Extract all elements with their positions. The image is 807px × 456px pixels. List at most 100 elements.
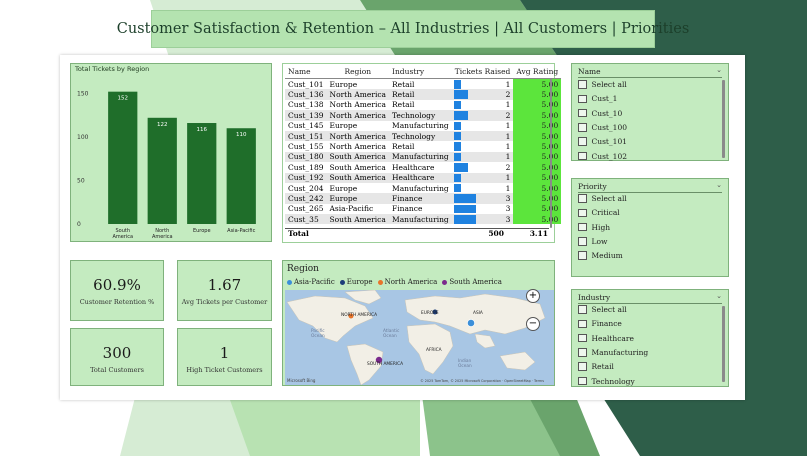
table-row[interactable]: Cust_189 South America Healthcare 25.00 bbox=[285, 162, 562, 173]
slicer-option[interactable]: Critical bbox=[578, 208, 620, 217]
table-row[interactable]: Cust_242 Europe Finance 35.00 bbox=[285, 193, 562, 204]
table-row[interactable]: Cust_35 South America Manufacturing 35.00 bbox=[285, 214, 562, 225]
col-header-rating[interactable]: Avg Rating bbox=[513, 65, 561, 79]
checkbox[interactable] bbox=[578, 376, 587, 386]
cell-industry: Technology bbox=[392, 131, 436, 141]
chevron-down-icon[interactable]: ⌄ bbox=[716, 181, 722, 189]
cell-industry: Manufacturing bbox=[392, 152, 449, 162]
chevron-down-icon[interactable]: ⌄ bbox=[716, 66, 722, 74]
slicer-option[interactable]: Cust_10 bbox=[578, 109, 622, 118]
bar[interactable] bbox=[226, 128, 256, 224]
bar[interactable] bbox=[187, 123, 217, 224]
col-header-industry[interactable]: Industry bbox=[389, 65, 452, 79]
slicer-scrollbar[interactable] bbox=[722, 80, 725, 158]
checkbox[interactable] bbox=[578, 222, 587, 232]
zoom-in-button[interactable]: + bbox=[526, 289, 540, 303]
kpi-label: Total Customers bbox=[90, 366, 144, 374]
checkbox[interactable] bbox=[578, 305, 587, 314]
cell-tickets: 2 bbox=[452, 162, 514, 172]
slicer-option[interactable]: Retail bbox=[578, 362, 614, 371]
col-header-name[interactable]: Name bbox=[285, 65, 327, 79]
slicer-option[interactable]: Low bbox=[578, 237, 607, 246]
customer-table[interactable]: Name Region Industry Tickets Raised Avg … bbox=[282, 63, 562, 243]
checkbox[interactable] bbox=[578, 194, 587, 203]
table-scrollbar[interactable] bbox=[550, 78, 552, 228]
slicer-scrollbar[interactable] bbox=[722, 306, 725, 382]
slicer-name[interactable]: Name ⌄ Select all Cust_1 Cust_10 Cust_100 Cu… bbox=[571, 63, 729, 161]
col-header-region[interactable]: Region bbox=[327, 65, 390, 79]
dashboard-title: Customer Satisfaction & Retention – All … bbox=[117, 10, 689, 48]
bar[interactable] bbox=[147, 117, 177, 224]
table-row[interactable]: Cust_145 Europe Manufacturing 15.00 bbox=[285, 120, 562, 131]
slicer-option[interactable]: Cust_1 bbox=[578, 94, 617, 103]
slicer-industry[interactable]: Industry ⌄ Select all Finance Healthcare Ma… bbox=[571, 289, 729, 387]
tickets-databar bbox=[453, 142, 462, 151]
table-row[interactable]: Cust_138 North America Retail 15.00 bbox=[285, 99, 562, 111]
checkbox[interactable] bbox=[578, 237, 587, 246]
checkbox[interactable] bbox=[578, 348, 587, 357]
table-row[interactable]: Cust_136 North America Retail 25.00 bbox=[285, 89, 562, 100]
cell-rating: 5.00 bbox=[513, 141, 562, 152]
legend-dot-icon bbox=[442, 279, 448, 285]
bar[interactable] bbox=[108, 91, 138, 224]
zoom-out-button[interactable]: − bbox=[526, 317, 540, 331]
checkbox[interactable] bbox=[578, 251, 587, 260]
slicer-option[interactable]: Healthcare bbox=[578, 334, 634, 343]
table-row[interactable]: Cust_101 Europe Retail 15.00 bbox=[285, 78, 562, 90]
checkbox[interactable] bbox=[578, 137, 587, 146]
cell-region: North America bbox=[329, 90, 387, 100]
table-row[interactable]: Cust_151 North America Technology 15.00 bbox=[285, 130, 562, 142]
cell-region: South America bbox=[329, 214, 386, 224]
table-row[interactable]: Cust_192 South America Healthcare 15.00 bbox=[285, 172, 562, 183]
checkbox[interactable] bbox=[578, 319, 587, 329]
cell-industry: Retail bbox=[392, 79, 415, 89]
cell-region: North America bbox=[329, 142, 387, 152]
table-row[interactable]: Cust_204 Europe Manufacturing 15.00 bbox=[285, 182, 562, 194]
checkbox[interactable] bbox=[578, 362, 587, 371]
tickets-databar bbox=[453, 111, 469, 120]
table-row[interactable]: Cust_139 North America Technology 25.00 bbox=[285, 110, 562, 121]
cell-name: Cust_35 bbox=[288, 214, 319, 224]
legend-item[interactable]: North America bbox=[377, 278, 437, 286]
slicer-option[interactable]: Technology bbox=[578, 377, 635, 386]
tickets-by-region-chart[interactable]: Total Tickets by Region 0 50 100 150 152 Sout… bbox=[70, 63, 272, 242]
slicer-title: Industry bbox=[578, 293, 611, 302]
slicer-option[interactable]: Cust_102 bbox=[578, 152, 627, 161]
checkbox[interactable] bbox=[578, 123, 587, 132]
checkbox[interactable] bbox=[578, 208, 587, 218]
checkbox[interactable] bbox=[578, 94, 587, 104]
slicer-option[interactable]: Select all bbox=[578, 194, 627, 203]
chevron-down-icon[interactable]: ⌄ bbox=[716, 292, 722, 300]
legend-dot-icon bbox=[339, 279, 345, 285]
slicer-option[interactable]: Cust_100 bbox=[578, 123, 627, 132]
slicer-priority[interactable]: Priority ⌄ Select all Critical High Low Medi… bbox=[571, 178, 729, 277]
tickets-databar bbox=[453, 215, 476, 224]
slicer-option[interactable]: High bbox=[578, 223, 610, 232]
slicer-option[interactable]: Medium bbox=[578, 251, 623, 260]
table-row[interactable]: Cust_155 North America Retail 15.00 bbox=[285, 141, 562, 152]
y-tick-label: 50 bbox=[77, 177, 85, 184]
checkbox[interactable] bbox=[578, 151, 587, 161]
slicer-option[interactable]: Manufacturing bbox=[578, 348, 648, 357]
region-map[interactable]: Region Asia-Pacific Europe North America So… bbox=[282, 260, 555, 386]
legend-item[interactable]: Europe bbox=[339, 278, 373, 286]
map-label-africa: AFRICA bbox=[426, 348, 442, 353]
table-row[interactable]: Cust_265 Asia-Pacific Finance 35.00 bbox=[285, 203, 562, 215]
checkbox[interactable] bbox=[578, 333, 587, 343]
slicer-option[interactable]: Select all bbox=[578, 305, 627, 314]
checkbox[interactable] bbox=[578, 108, 587, 118]
map-label-europe: EUROPE bbox=[421, 311, 439, 316]
bar-data-label: 110 bbox=[236, 132, 247, 138]
slicer-option[interactable]: Select all bbox=[578, 80, 627, 89]
legend-item[interactable]: South America bbox=[442, 278, 502, 286]
kpi-value: 1.67 bbox=[207, 276, 242, 294]
divider bbox=[578, 192, 722, 193]
tickets-value: 3 bbox=[505, 193, 511, 203]
slicer-option[interactable]: Finance bbox=[578, 319, 622, 328]
legend-item[interactable]: Asia-Pacific bbox=[287, 278, 335, 286]
table-row[interactable]: Cust_180 South America Manufacturing 15.00 bbox=[285, 151, 562, 163]
col-header-tickets[interactable]: Tickets Raised bbox=[452, 65, 514, 79]
checkbox[interactable] bbox=[578, 80, 587, 89]
cell-name: Cust_155 bbox=[288, 142, 324, 152]
slicer-option[interactable]: Cust_101 bbox=[578, 137, 627, 146]
